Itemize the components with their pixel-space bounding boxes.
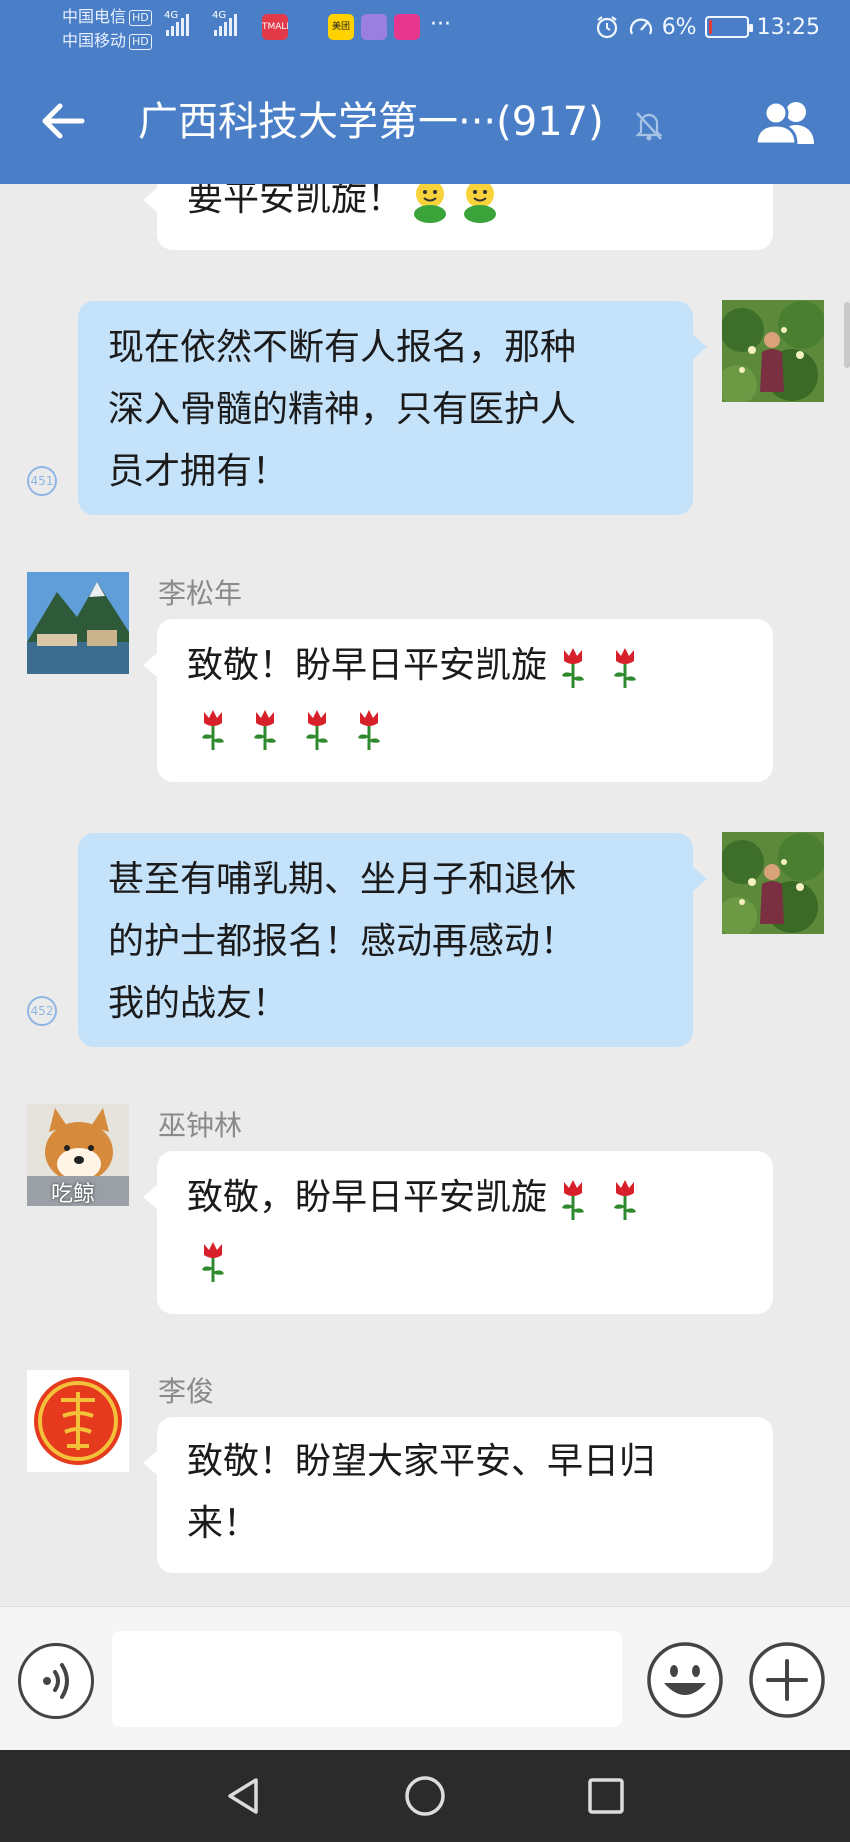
nav-back-icon[interactable] xyxy=(220,1772,268,1820)
rose-emoji-icon xyxy=(254,710,276,750)
seal-logo-avatar xyxy=(27,1370,129,1472)
message-line: 致敬！盼望大家平安、早日归 xyxy=(187,1441,656,1482)
system-nav-bar xyxy=(0,1750,850,1842)
sender-name: 巫钟林 xyxy=(158,1109,243,1142)
qq-app-icon xyxy=(296,14,322,40)
shopping-app-icon: TMALL xyxy=(262,14,288,40)
battery-percent: 6% xyxy=(661,14,697,40)
read-count-badge[interactable]: 451 xyxy=(27,466,57,496)
rose-emoji-icon xyxy=(358,710,380,750)
green-smiley-emoji-icon xyxy=(414,184,447,223)
sender-avatar[interactable]: 吃鲸 xyxy=(27,1104,129,1206)
my-avatar[interactable] xyxy=(722,300,824,402)
alarm-icon xyxy=(596,16,617,39)
rose-emoji-icon xyxy=(562,1180,585,1220)
input-bar xyxy=(0,1606,850,1750)
message-bubble[interactable]: 致敬！盼早日平安凯旋 xyxy=(143,619,773,782)
battery-icon xyxy=(704,16,753,38)
message-line xyxy=(187,1229,743,1291)
signal-1-icon: 4G xyxy=(164,10,189,36)
more-notifications-icon: ··· xyxy=(430,12,451,37)
message-line: 现在依然不断有人报名，那种 xyxy=(108,327,577,368)
nav-home-icon[interactable] xyxy=(401,1772,449,1820)
message-bubble[interactable]: 致敬！盼望大家平安、早日归 来！ xyxy=(143,1417,773,1573)
clock: 13:25 xyxy=(756,14,820,40)
data-saver-icon xyxy=(629,18,652,35)
message-bubble[interactable]: 要平安凯旋！ xyxy=(143,184,773,250)
message-input[interactable] xyxy=(112,1631,622,1727)
sender-name: 李俊 xyxy=(158,1375,215,1408)
mountain-lake-avatar xyxy=(27,572,129,674)
emoji-button-icon[interactable] xyxy=(646,1641,724,1719)
status-right: 6% 13:25 xyxy=(594,14,820,40)
message-text: 要平安凯旋！ xyxy=(187,184,404,219)
promo-app-icon xyxy=(394,14,420,40)
message-line: 的护士都报名！感动再感动！ xyxy=(108,921,577,962)
plus-button-icon[interactable] xyxy=(748,1641,826,1719)
signal-2-icon: 4G xyxy=(212,10,237,36)
message-bubble[interactable]: 甚至有哺乳期、坐月子和退休 的护士都报名！感动再感动！ 我的战友！ xyxy=(78,833,707,1047)
carrier-1: 中国电信 HD xyxy=(62,6,152,28)
message-line: 我的战友！ xyxy=(108,983,289,1024)
rose-emoji-icon xyxy=(202,710,224,750)
rose-emoji-icon xyxy=(306,710,328,750)
gallery-app-icon xyxy=(361,14,387,40)
sender-avatar[interactable] xyxy=(27,1370,129,1472)
voice-wave-icon xyxy=(43,1663,69,1699)
read-count-badge[interactable]: 452 xyxy=(27,996,57,1026)
voice-input-button[interactable] xyxy=(18,1643,94,1719)
rose-emoji-icon xyxy=(562,648,585,688)
message-line: 致敬！盼早日平安凯旋 xyxy=(187,635,743,697)
nav-recents-icon[interactable] xyxy=(582,1772,630,1820)
message-line: 致敬，盼早日平安凯旋 xyxy=(187,1167,743,1229)
avatar-caption: 吃鲸 xyxy=(51,1182,96,1206)
garden-photo-avatar xyxy=(722,832,824,934)
meituan-app-icon: 美团 xyxy=(328,14,354,40)
message-line: 员才拥有！ xyxy=(108,451,289,492)
message-bubble[interactable]: 现在依然不断有人报名，那种 深入骨髓的精神，只有医护人 员才拥有！ xyxy=(78,301,707,515)
sender-name: 李松年 xyxy=(158,577,243,610)
chat-scrollbar[interactable] xyxy=(844,302,850,368)
rose-emoji-icon xyxy=(202,1242,224,1282)
message-line: 甚至有哺乳期、坐月子和退休 xyxy=(108,859,577,900)
message-line: 深入骨髓的精神，只有医护人 xyxy=(108,389,577,430)
muted-bell-icon xyxy=(635,112,663,141)
rose-emoji-icon xyxy=(614,648,637,688)
message-line: 来！ xyxy=(187,1503,260,1544)
rose-emoji-icon xyxy=(614,1180,637,1220)
my-avatar[interactable] xyxy=(722,832,824,934)
back-arrow-icon[interactable] xyxy=(38,96,88,146)
chat-title: 广西科技大学第一···(917) xyxy=(138,99,604,145)
sender-avatar[interactable] xyxy=(27,572,129,674)
carrier-2: 中国移动 HD xyxy=(62,30,152,52)
chat-area[interactable]: 要平安凯旋！ 451 现在依然不断有人报名，那种 深入骨髓的精神，只有医护人 员… xyxy=(0,184,850,1606)
message-bubble[interactable]: 致敬，盼早日平安凯旋 xyxy=(143,1151,773,1314)
message-line xyxy=(187,697,743,759)
top-bar: 中国电信HD 中国移动HD 4G 4G TMALL 美团 ··· 6% 13:25… xyxy=(0,0,850,184)
garden-photo-avatar xyxy=(722,300,824,402)
status-bar: 中国电信HD 中国移动HD 4G 4G TMALL 美团 ··· 6% 13:25 xyxy=(0,0,850,60)
green-smiley-emoji-icon xyxy=(464,184,497,223)
group-members-icon[interactable] xyxy=(752,98,818,148)
